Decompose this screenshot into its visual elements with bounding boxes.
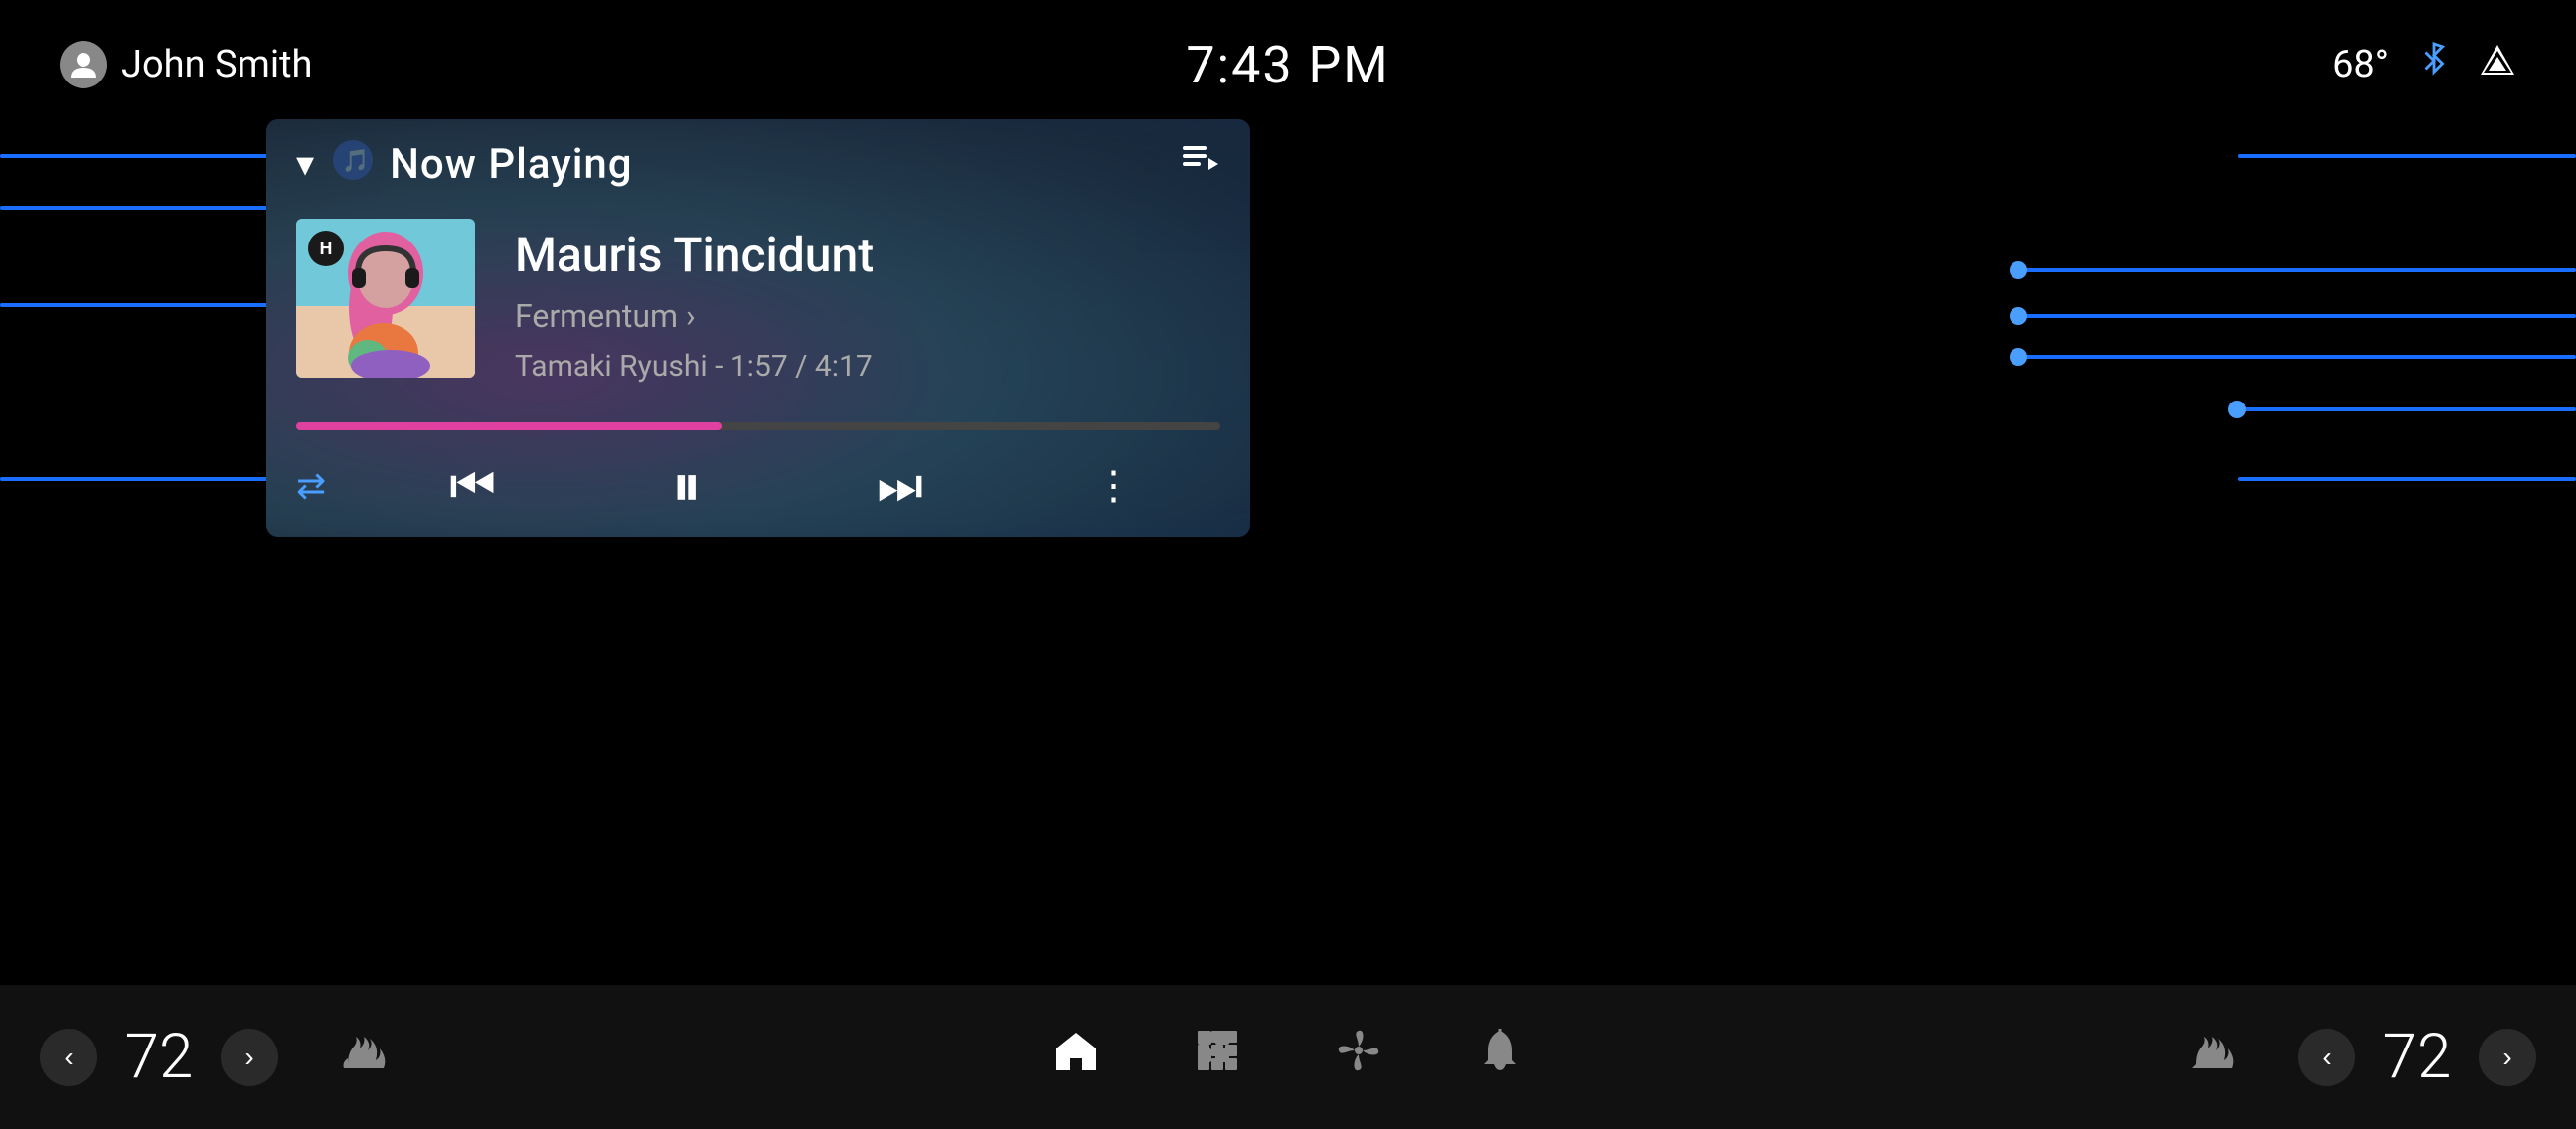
decorative-line-right-4 [2019,355,2576,359]
track-artist-time: Tamaki Ryushi - 1:57 / 4:17 [515,349,1220,384]
bell-icon[interactable] [1474,1025,1526,1089]
album-art-inner: H [296,219,475,378]
status-time: 7:43 PM [1186,35,1389,95]
card-header: ▾ 🎵 Now Playing [266,119,1250,209]
track-info: Mauris Tincidunt Fermentum › Tamaki Ryus… [515,219,1220,384]
decorative-line-left-1 [0,154,298,158]
status-icons: 68° [2333,41,2516,89]
track-name: Mauris Tincidunt [515,227,1220,283]
progress-container[interactable] [266,422,1250,430]
left-temp-decrease[interactable]: ‹ [40,1029,97,1086]
decorative-dot-right-4 [2010,348,2027,366]
user-info: John Smith [60,41,312,88]
left-heater-icon[interactable] [338,1025,390,1089]
progress-bar[interactable] [296,422,1220,430]
pause-button[interactable]: ⏸ [579,450,793,521]
user-avatar [60,41,107,88]
status-bar: John Smith 7:43 PM 68° [0,0,2576,129]
album-chevron-icon: › [686,297,696,335]
playback-controls: ⇄ ⏮ ⏸ ⏭ ⋮ [266,440,1250,537]
decorative-line-left-3 [0,303,268,307]
svg-text:🎵: 🎵 [342,148,369,174]
queue-icon[interactable] [1181,140,1220,189]
bluetooth-icon [2417,41,2451,89]
right-temp-control: ‹ 72 › [2298,1021,2536,1093]
right-heater-icon[interactable] [2186,1025,2238,1089]
left-temp-increase[interactable]: › [221,1029,278,1086]
right-temp-decrease[interactable]: ‹ [2298,1029,2355,1086]
card-content: ▾ 🎵 Now Playing [266,119,1250,537]
collapse-button[interactable]: ▾ [296,143,314,185]
right-temp-increase[interactable]: › [2479,1029,2536,1086]
left-temp-control: ‹ 72 › [40,1021,278,1093]
decorative-dot-right-2 [2010,261,2027,279]
decorative-line-right-3 [2019,314,2576,318]
center-nav-icons [439,1025,2137,1089]
temperature-display: 68° [2333,43,2389,86]
fan-icon[interactable] [1333,1025,1384,1089]
left-temp-value: 72 [109,1021,209,1093]
next-button[interactable]: ⏭ [793,455,1007,517]
right-temp-value: 72 [2367,1021,2467,1093]
decorative-line-right-2 [2019,268,2576,272]
previous-button[interactable]: ⏮ [366,455,579,517]
track-area: H Mauris Tincidunt Fermentum › Tamaki Ry… [266,209,1250,422]
repeat-button[interactable]: ⇄ [296,465,326,507]
music-note-icon: 🎵 [332,139,374,190]
headphone-badge: H [308,231,344,266]
album-art: H [296,219,475,378]
decorative-line-right-5 [2238,407,2576,411]
music-player-card: ▾ 🎵 Now Playing [266,119,1250,537]
bottom-bar: ‹ 72 › [0,985,2576,1129]
progress-fill [296,422,722,430]
decorative-dot-right-3 [2010,307,2027,325]
home-icon[interactable] [1050,1025,1102,1089]
decorative-line-right-1 [2238,154,2576,158]
decorative-line-left-4 [0,477,288,481]
decorative-line-right-6 [2238,477,2576,481]
signal-icon [2479,41,2516,88]
track-album[interactable]: Fermentum › [515,297,1220,335]
user-name: John Smith [121,43,312,86]
now-playing-title: Now Playing [390,140,633,189]
apps-icon[interactable] [1192,1025,1243,1089]
decorative-dot-right-5 [2228,401,2246,418]
more-options-button[interactable]: ⋮ [1007,462,1220,509]
